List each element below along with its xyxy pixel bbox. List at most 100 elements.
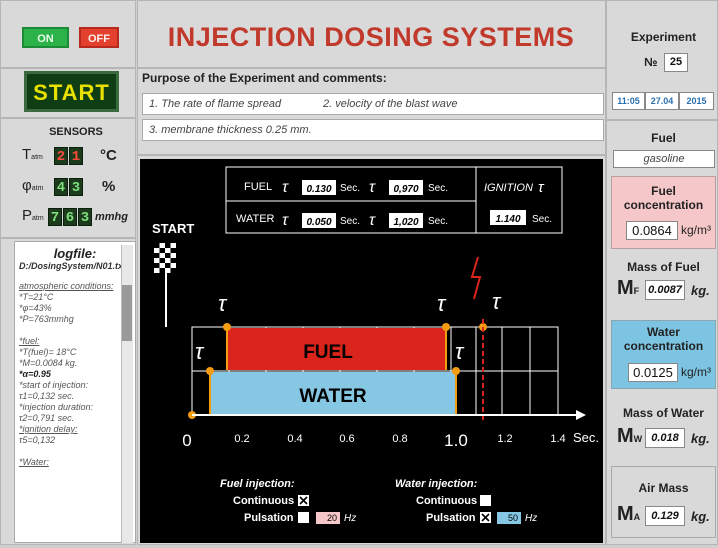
purpose-heading: Purpose of the Experiment and comments: bbox=[142, 71, 387, 85]
purpose-item-2: 2. velocity of the blast wave bbox=[323, 98, 458, 110]
humidity-label: φ bbox=[22, 177, 32, 194]
tau-symbol: τ bbox=[282, 179, 289, 196]
logfile-box[interactable]: logfile: D:/DosingSystem/N01.txt atmosph… bbox=[14, 241, 136, 543]
log-line: *T=21°C bbox=[19, 292, 54, 302]
fuel-type-label: Fuel bbox=[651, 131, 676, 145]
mass-fuel-field[interactable]: 0.0087 bbox=[645, 280, 685, 300]
fuel-frequency-value: 20 bbox=[327, 513, 337, 523]
humidity-row: φatm bbox=[22, 177, 43, 194]
purpose-comment-2[interactable]: 3. membrane thickness 0.25 mm. bbox=[142, 119, 604, 141]
water-bar-label: WATER bbox=[299, 386, 366, 407]
pressure-digit: 3 bbox=[78, 208, 92, 226]
water-tau2-marker-label: τ bbox=[455, 339, 465, 364]
mass-water-symbol: MW bbox=[617, 425, 642, 448]
temperature-digit: 1 bbox=[69, 147, 83, 165]
off-button[interactable]: OFF bbox=[79, 27, 119, 48]
water-concentration-field[interactable]: 0.0125 bbox=[628, 363, 678, 382]
experiment-number-field[interactable]: 25 bbox=[664, 53, 688, 72]
ignition-value: 1.140 bbox=[495, 214, 520, 225]
fuel-tau1-value: 0.130 bbox=[306, 184, 331, 195]
log-line: τ2=0,791 sec. bbox=[19, 413, 75, 423]
air-mass-sub: A bbox=[633, 512, 641, 522]
axis-arrow-icon bbox=[576, 410, 586, 420]
humidity-display: 43 bbox=[54, 178, 84, 196]
axis-tick-label: 0.8 bbox=[392, 433, 407, 445]
water-tau2-value: 1,020 bbox=[393, 217, 418, 228]
logfile-title: logfile: bbox=[53, 246, 97, 261]
lightning-icon bbox=[470, 256, 482, 300]
page-title: INJECTION DOSING SYSTEMS bbox=[167, 22, 575, 52]
axis-tick-label: 0.6 bbox=[339, 433, 354, 445]
fuel-concentration-label: Fuel concentration bbox=[623, 184, 704, 212]
air-mass-panel bbox=[611, 466, 716, 538]
pressure-digit: 6 bbox=[63, 208, 77, 226]
mass-water-field[interactable]: 0.018 bbox=[645, 428, 685, 448]
air-mass-label: Air Mass bbox=[638, 481, 689, 495]
pressure-digit: 7 bbox=[48, 208, 62, 226]
experiment-year: 2015 bbox=[679, 92, 714, 110]
ignition-marker-label: τ bbox=[492, 289, 502, 314]
axis-tick-label: 0.4 bbox=[287, 433, 302, 445]
tau-symbol: τ bbox=[369, 212, 376, 229]
fuel-type-field[interactable]: gasoline bbox=[613, 150, 715, 168]
log-line: *α=0.95 bbox=[19, 369, 51, 379]
fuel-frequency-unit: Hz bbox=[344, 513, 356, 524]
mass-water-label: Mass of Water bbox=[623, 406, 704, 420]
fuel-concentration-unit: kg/m³ bbox=[681, 223, 711, 237]
water-injection-heading: Water injection: bbox=[395, 478, 478, 490]
axis-tick-label: 1.4 bbox=[550, 433, 565, 445]
fuel-concentration-field[interactable]: 0.0864 bbox=[626, 221, 678, 240]
pressure-display: 763 bbox=[48, 208, 93, 226]
axis-tick-label: 1.2 bbox=[497, 433, 512, 445]
timing-chart: FUEL τ 0.130 Sec. τ 0,970 Sec. WATER τ 0… bbox=[152, 166, 599, 524]
humidity-sub: atm bbox=[31, 185, 44, 192]
mass-fuel-label: Mass of Fuel bbox=[627, 260, 700, 274]
water-concentration-unit: kg/m³ bbox=[681, 365, 711, 379]
water-tau1-value: 0.050 bbox=[306, 217, 331, 228]
ignition-label: IGNITION bbox=[484, 182, 533, 194]
mass-fuel-symbol: MF bbox=[617, 277, 639, 300]
experiment-label: Experiment bbox=[630, 30, 697, 44]
axis-tick-label: 0 bbox=[182, 431, 191, 450]
water-params-label: WATER bbox=[236, 213, 275, 225]
fuel-pulsation-checkbox[interactable] bbox=[298, 512, 309, 523]
start-button[interactable]: START bbox=[24, 71, 119, 112]
experiment-time: 11:05 bbox=[612, 92, 645, 110]
purpose-item-3: 3. membrane thickness 0.25 mm. bbox=[149, 124, 312, 136]
temperature-unit: °C bbox=[100, 147, 117, 164]
logfile-scroll-thumb[interactable] bbox=[122, 285, 132, 341]
experiment-date: 27.04 bbox=[645, 92, 679, 110]
air-mass-field[interactable]: 0.129 bbox=[645, 506, 685, 526]
purpose-comment-1[interactable]: 1. The rate of flame spread 2. velocity … bbox=[142, 93, 604, 115]
temperature-digit: 2 bbox=[54, 147, 68, 165]
tau-symbol: τ bbox=[369, 179, 376, 196]
air-mass-unit: kg. bbox=[691, 509, 710, 524]
logfile-path: D:/DosingSystem/N01.txt bbox=[19, 261, 127, 271]
on-button[interactable]: ON bbox=[22, 27, 69, 48]
mass-fuel-m: M bbox=[617, 277, 634, 299]
fuel-continuous-label: Continuous bbox=[233, 495, 294, 507]
log-line: *P=763mmhg bbox=[19, 314, 74, 324]
axis-tick-label: 1.0 bbox=[444, 431, 468, 450]
log-line: *start of injection: bbox=[19, 380, 89, 390]
water-continuous-label: Continuous bbox=[416, 495, 477, 507]
temperature-display: 21 bbox=[54, 147, 84, 165]
water-frequency-unit: Hz bbox=[525, 513, 537, 524]
log-line: *injection duration: bbox=[19, 402, 94, 412]
fuel-injection-heading: Fuel injection: bbox=[220, 478, 295, 490]
water-continuous-checkbox[interactable] bbox=[480, 495, 491, 506]
fuel-tau2-marker-label: τ bbox=[437, 291, 447, 316]
log-line: *Water: bbox=[19, 457, 49, 467]
log-line: atmospheric conditions: bbox=[19, 281, 114, 291]
air-mass-symbol: MA bbox=[617, 503, 640, 526]
sec-label: Sec. bbox=[428, 183, 448, 194]
checkered-flag-icon bbox=[154, 243, 176, 327]
temperature-label: T bbox=[22, 146, 32, 163]
sec-label: Sec. bbox=[428, 216, 448, 227]
air-mass-m: M bbox=[617, 503, 634, 525]
tau-symbol: τ bbox=[282, 212, 289, 229]
mass-water-sub: W bbox=[633, 434, 643, 444]
water-pulsation-label: Pulsation bbox=[426, 512, 476, 524]
experiment-no-label: № bbox=[644, 55, 658, 69]
